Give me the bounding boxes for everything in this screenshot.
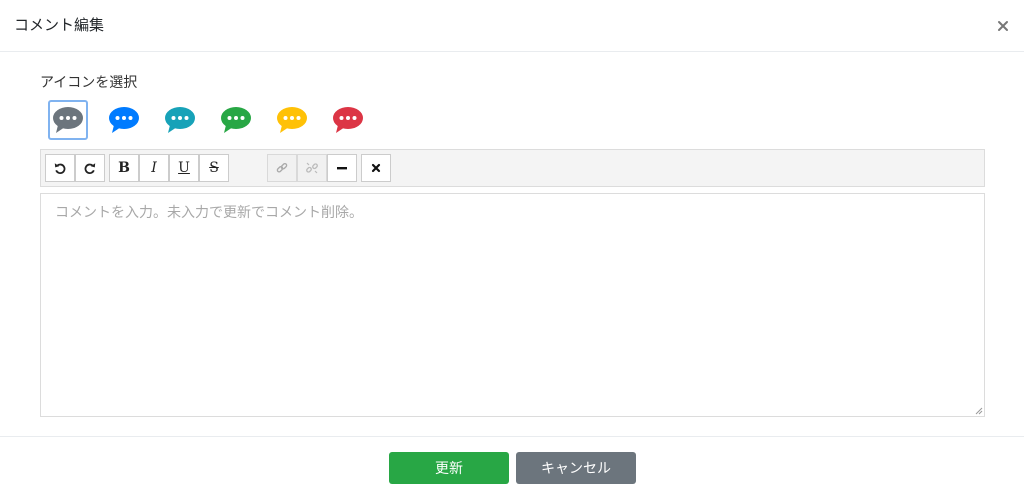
bold-label: B xyxy=(118,160,130,176)
close-button[interactable] xyxy=(996,18,1010,32)
dialog-footer: 更新 キャンセル xyxy=(0,436,1024,499)
comment-placeholder: コメントを入力。未入力で更新でコメント削除。 xyxy=(55,205,363,221)
icon-option-green[interactable] xyxy=(216,100,256,140)
clear-format-icon xyxy=(371,163,381,173)
speech-bubble-icon xyxy=(333,107,363,133)
speech-bubble-icon xyxy=(165,107,195,133)
icon-option-red[interactable] xyxy=(328,100,368,140)
icon-option-gray[interactable] xyxy=(48,100,88,140)
icon-option-blue[interactable] xyxy=(104,100,144,140)
strikethrough-label: S xyxy=(209,160,219,176)
speech-bubble-icon xyxy=(109,107,139,133)
underline-button[interactable]: U xyxy=(169,154,199,182)
icon-option-yellow[interactable] xyxy=(272,100,312,140)
editor-toolbar: B I U S xyxy=(40,149,985,187)
close-icon xyxy=(998,21,1008,31)
icon-picker-label: アイコンを選択 xyxy=(40,75,138,91)
horizontal-rule-button[interactable] xyxy=(327,154,357,182)
underline-label: U xyxy=(178,160,190,176)
link-icon xyxy=(276,162,288,173)
undo-icon xyxy=(54,163,66,175)
italic-button[interactable]: I xyxy=(139,154,169,182)
dialog-header: コメント編集 xyxy=(0,0,1024,52)
speech-bubble-icon xyxy=(221,107,251,133)
undo-button[interactable] xyxy=(45,154,75,182)
redo-button[interactable] xyxy=(75,154,105,182)
cancel-button[interactable]: キャンセル xyxy=(516,452,636,484)
strikethrough-button[interactable]: S xyxy=(199,154,229,182)
clear-format-button[interactable] xyxy=(361,154,391,182)
comment-editor[interactable]: コメントを入力。未入力で更新でコメント削除。 xyxy=(40,193,985,417)
speech-bubble-icon xyxy=(53,107,83,133)
icon-option-teal[interactable] xyxy=(160,100,200,140)
bold-button[interactable]: B xyxy=(109,154,139,182)
resize-grip-icon[interactable] xyxy=(973,405,983,415)
comment-edit-dialog: コメント編集 アイコンを選択 B I U S コメントを入力。未入力で更新でコメ… xyxy=(0,0,1024,499)
unlink-button[interactable] xyxy=(297,154,327,182)
redo-icon xyxy=(84,163,96,175)
unlink-icon xyxy=(306,162,318,174)
horizontal-rule-icon xyxy=(337,167,347,170)
dialog-title: コメント編集 xyxy=(14,16,105,34)
speech-bubble-icon xyxy=(277,107,307,133)
italic-label: I xyxy=(151,160,157,176)
update-button[interactable]: 更新 xyxy=(389,452,509,484)
link-button[interactable] xyxy=(267,154,297,182)
